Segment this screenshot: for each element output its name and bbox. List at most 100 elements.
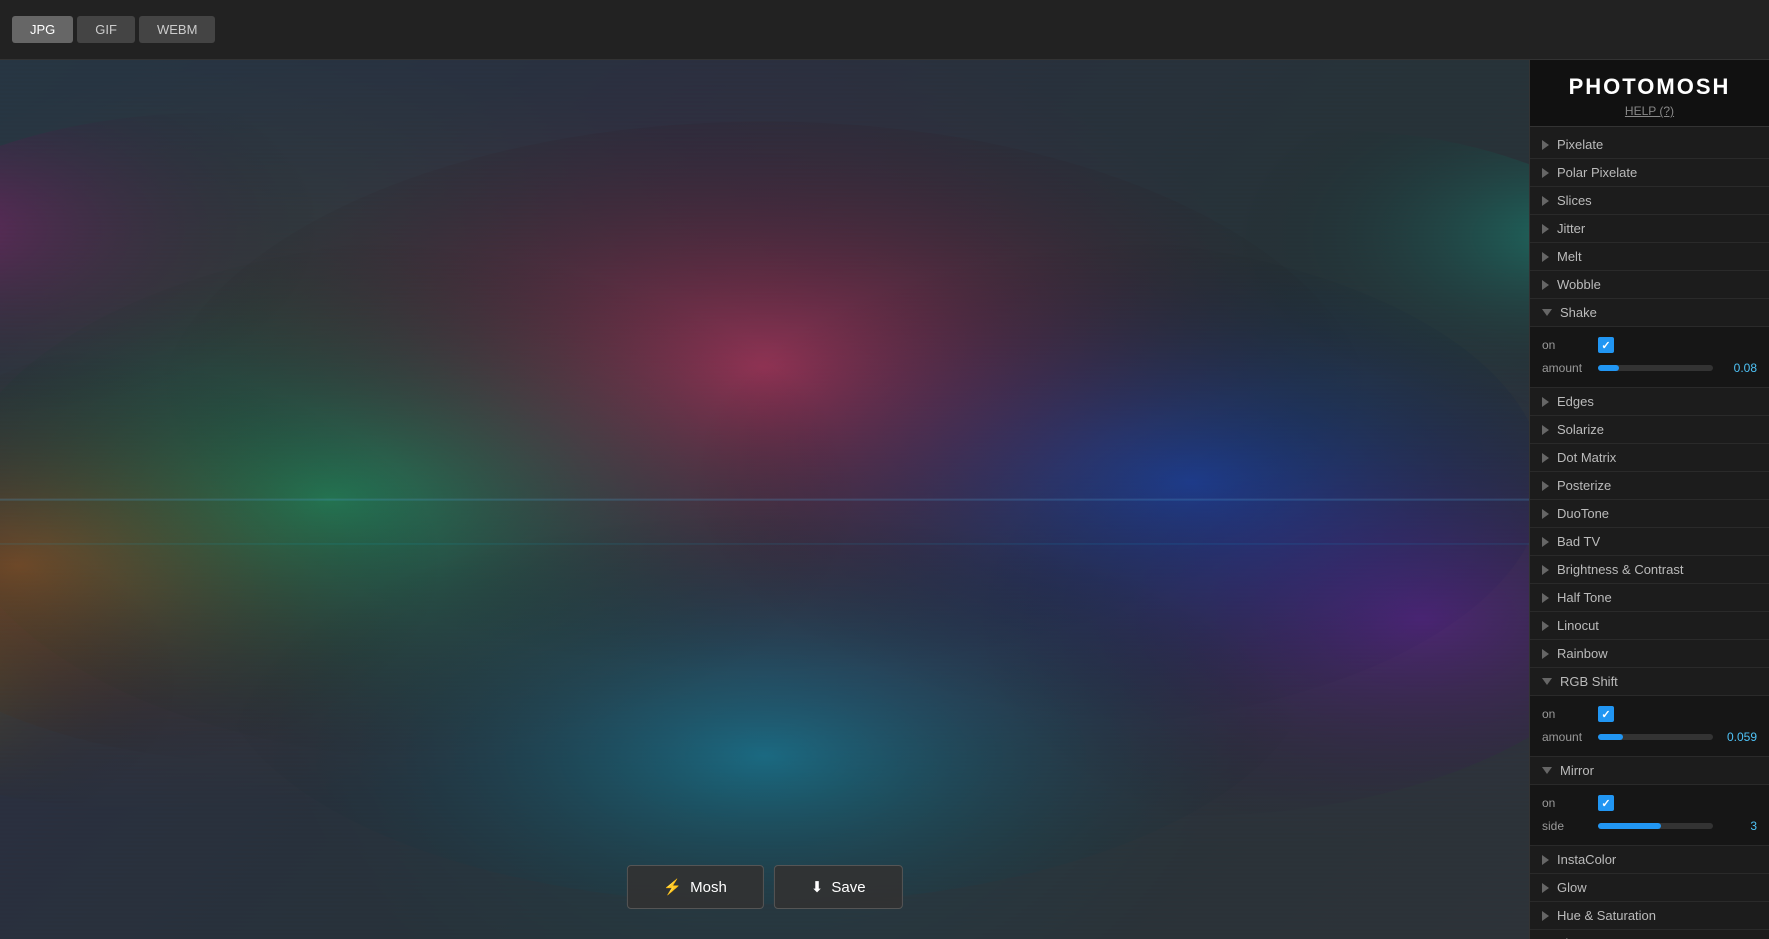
expand-icon-wobble xyxy=(1542,280,1549,290)
effect-label-slices: Slices xyxy=(1557,193,1592,208)
expand-icon-bad-tv xyxy=(1542,537,1549,547)
control-label-shake-amount: amount xyxy=(1542,361,1592,375)
effect-row-shake[interactable]: Shake xyxy=(1530,299,1769,327)
effect-row-hue-saturation[interactable]: Hue & Saturation xyxy=(1530,902,1769,930)
effect-label-polar-pixelate: Polar Pixelate xyxy=(1557,165,1637,180)
canvas-area: ⚡ Mosh ⬇ Save xyxy=(0,60,1529,939)
effect-row-vignette[interactable]: Vignette xyxy=(1530,930,1769,939)
control-row-shake-amount: amount 0.08 xyxy=(1542,357,1757,379)
control-row-shake-on: on xyxy=(1542,333,1757,357)
expand-icon-slices xyxy=(1542,196,1549,206)
effect-label-bad-tv: Bad TV xyxy=(1557,534,1600,549)
sidebar: PHOTOMOSH HELP (?) Pixelate Polar Pixela… xyxy=(1529,60,1769,939)
expand-icon-jitter xyxy=(1542,224,1549,234)
effect-row-duotone[interactable]: DuoTone xyxy=(1530,500,1769,528)
tab-jpg[interactable]: JPG xyxy=(12,16,73,43)
effect-label-edges: Edges xyxy=(1557,394,1594,409)
control-label-rgb-shift-amount: amount xyxy=(1542,730,1592,744)
tab-webm[interactable]: WEBM xyxy=(139,16,215,43)
effect-row-linocut[interactable]: Linocut xyxy=(1530,612,1769,640)
slider-track-mirror-side[interactable] xyxy=(1598,823,1713,829)
save-label: Save xyxy=(831,879,865,896)
effect-row-rgb-shift[interactable]: RGB Shift xyxy=(1530,668,1769,696)
mosh-label: Mosh xyxy=(690,879,727,896)
slider-value-shake-amount: 0.08 xyxy=(1719,361,1757,375)
bottom-toolbar: ⚡ Mosh ⬇ Save xyxy=(626,865,902,909)
effect-row-half-tone[interactable]: Half Tone xyxy=(1530,584,1769,612)
effect-label-glow: Glow xyxy=(1557,880,1587,895)
slider-fill-shake-amount xyxy=(1598,365,1619,371)
effect-row-edges[interactable]: Edges xyxy=(1530,388,1769,416)
tab-gif[interactable]: GIF xyxy=(77,16,135,43)
control-label-mirror-side: side xyxy=(1542,819,1592,833)
mosh-icon: ⚡ xyxy=(663,878,682,896)
effect-row-slices[interactable]: Slices xyxy=(1530,187,1769,215)
control-row-rgb-shift-amount: amount 0.059 xyxy=(1542,726,1757,748)
expand-icon-linocut xyxy=(1542,621,1549,631)
effect-expanded-mirror: on side 3 xyxy=(1530,785,1769,846)
control-row-mirror-side: side 3 xyxy=(1542,815,1757,837)
effect-row-glow[interactable]: Glow xyxy=(1530,874,1769,902)
expand-icon-dot-matrix xyxy=(1542,453,1549,463)
save-button[interactable]: ⬇ Save xyxy=(774,865,903,909)
control-label-shake-on: on xyxy=(1542,338,1592,352)
effect-row-pixelate[interactable]: Pixelate xyxy=(1530,131,1769,159)
effect-label-instacolor: InstaColor xyxy=(1557,852,1616,867)
expand-icon-glow xyxy=(1542,883,1549,893)
effect-label-wobble: Wobble xyxy=(1557,277,1601,292)
control-row-mirror-on: on xyxy=(1542,791,1757,815)
main-layout: ⚡ Mosh ⬇ Save PHOTOMOSH HELP (?) Pixelat… xyxy=(0,60,1769,939)
expand-icon-rainbow xyxy=(1542,649,1549,659)
help-link[interactable]: HELP (?) xyxy=(1546,104,1753,118)
glitch-overlay xyxy=(0,60,1529,939)
slider-wrap-mirror-side: 3 xyxy=(1598,819,1757,833)
effect-row-rainbow[interactable]: Rainbow xyxy=(1530,640,1769,668)
expand-icon-melt xyxy=(1542,252,1549,262)
effect-row-brightness-contrast[interactable]: Brightness & Contrast xyxy=(1530,556,1769,584)
effect-label-brightness-contrast: Brightness & Contrast xyxy=(1557,562,1683,577)
effect-row-instacolor[interactable]: InstaColor xyxy=(1530,846,1769,874)
effect-label-jitter: Jitter xyxy=(1557,221,1585,236)
expand-icon-solarize xyxy=(1542,425,1549,435)
expand-icon-duotone xyxy=(1542,509,1549,519)
control-label-mirror-on: on xyxy=(1542,796,1592,810)
expand-icon-brightness-contrast xyxy=(1542,565,1549,575)
expand-icon-edges xyxy=(1542,397,1549,407)
effect-row-melt[interactable]: Melt xyxy=(1530,243,1769,271)
expand-icon-polar-pixelate xyxy=(1542,168,1549,178)
expand-icon-mirror xyxy=(1542,767,1552,774)
effect-label-rgb-shift: RGB Shift xyxy=(1560,674,1618,689)
expand-icon-pixelate xyxy=(1542,140,1549,150)
expand-icon-half-tone xyxy=(1542,593,1549,603)
save-icon: ⬇ xyxy=(811,878,824,896)
checkbox-rgb-shift-on[interactable] xyxy=(1598,706,1614,722)
control-row-rgb-shift-on: on xyxy=(1542,702,1757,726)
effect-label-posterize: Posterize xyxy=(1557,478,1611,493)
slider-wrap-rgb-shift-amount: 0.059 xyxy=(1598,730,1757,744)
expand-icon-hue-saturation xyxy=(1542,911,1549,921)
effect-row-jitter[interactable]: Jitter xyxy=(1530,215,1769,243)
checkbox-shake-on[interactable] xyxy=(1598,337,1614,353)
effect-label-half-tone: Half Tone xyxy=(1557,590,1612,605)
effect-row-dot-matrix[interactable]: Dot Matrix xyxy=(1530,444,1769,472)
slider-value-rgb-shift-amount: 0.059 xyxy=(1719,730,1757,744)
effect-row-solarize[interactable]: Solarize xyxy=(1530,416,1769,444)
slider-wrap-shake-amount: 0.08 xyxy=(1598,361,1757,375)
effect-row-polar-pixelate[interactable]: Polar Pixelate xyxy=(1530,159,1769,187)
checkbox-mirror-on[interactable] xyxy=(1598,795,1614,811)
mosh-button[interactable]: ⚡ Mosh xyxy=(626,865,763,909)
effect-expanded-rgb-shift: on amount 0.059 xyxy=(1530,696,1769,757)
slider-track-rgb-shift-amount[interactable] xyxy=(1598,734,1713,740)
effect-row-bad-tv[interactable]: Bad TV xyxy=(1530,528,1769,556)
effect-row-posterize[interactable]: Posterize xyxy=(1530,472,1769,500)
effect-label-shake: Shake xyxy=(1560,305,1597,320)
effect-label-pixelate: Pixelate xyxy=(1557,137,1603,152)
sidebar-header: PHOTOMOSH HELP (?) xyxy=(1530,60,1769,127)
effect-expanded-shake: on amount 0.08 xyxy=(1530,327,1769,388)
slider-track-shake-amount[interactable] xyxy=(1598,365,1713,371)
effects-list: Pixelate Polar Pixelate Slices Jitter Me… xyxy=(1530,127,1769,939)
effect-label-duotone: DuoTone xyxy=(1557,506,1609,521)
effect-row-mirror[interactable]: Mirror xyxy=(1530,757,1769,785)
effect-row-wobble[interactable]: Wobble xyxy=(1530,271,1769,299)
brand-logo: PHOTOMOSH xyxy=(1546,74,1753,100)
